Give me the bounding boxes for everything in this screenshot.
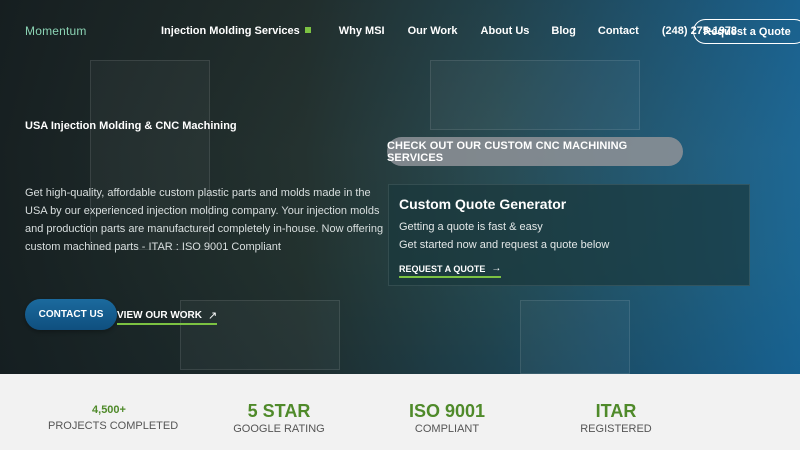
- nav-item-contact[interactable]: Contact: [598, 25, 639, 37]
- request-a-quote-label: REQUEST A QUOTE: [399, 263, 486, 274]
- stat-rating: 5 STAR GOOGLE RATING: [229, 374, 329, 435]
- contact-us-button[interactable]: CONTACT US: [25, 299, 117, 330]
- quote-generator-card: Custom Quote Generator Getting a quote i…: [388, 184, 750, 286]
- view-our-work-link[interactable]: VIEW OUR WORK ↗: [117, 309, 218, 325]
- stat-value: ITAR: [595, 401, 637, 421]
- stat-value: ISO 9001: [408, 401, 486, 421]
- site-logo[interactable]: Momentum: [25, 24, 87, 38]
- arrow-right-icon: →: [491, 263, 502, 274]
- quote-generator-title: Custom Quote Generator: [399, 196, 567, 212]
- nav-item-injection-molding-services[interactable]: Injection Molding Services: [161, 25, 311, 37]
- hero-section: Momentum Injection Molding Services Why …: [0, 0, 800, 374]
- stat-value: 5 STAR: [247, 401, 311, 421]
- hero-eyebrow: USA Injection Molding & CNC Machining: [25, 120, 237, 132]
- stat-itar: ITAR REGISTERED: [566, 374, 666, 435]
- stat-label: PROJECTS COMPLETED: [48, 420, 179, 432]
- stat-label: COMPLIANT: [414, 423, 480, 435]
- background-machinery: [520, 300, 630, 374]
- arrow-up-right-icon: ↗: [208, 310, 218, 322]
- stat-label: REGISTERED: [580, 423, 652, 435]
- quote-generator-text: Getting a quote is fast & easy: [399, 221, 543, 233]
- request-quote-button[interactable]: Request a Quote: [693, 19, 800, 44]
- cnc-machining-button[interactable]: CHECK OUT OUR CUSTOM CNC MACHINING SERVI…: [387, 137, 683, 166]
- nav-item-label: Injection Molding Services: [161, 25, 300, 37]
- stat-value: 4,500+: [92, 404, 126, 416]
- nav-item-about-us[interactable]: About Us: [481, 25, 530, 37]
- stats-strip: 4,500+ PROJECTS COMPLETED 5 STAR GOOGLE …: [0, 374, 800, 450]
- stat-label: GOOGLE RATING: [233, 423, 325, 435]
- main-nav: Injection Molding Services Why MSI Our W…: [161, 24, 737, 38]
- request-a-quote-link[interactable]: REQUEST A QUOTE →: [399, 263, 502, 278]
- nav-item-blog[interactable]: Blog: [551, 25, 575, 37]
- stat-projects: 4,500+ PROJECTS COMPLETED: [48, 374, 179, 432]
- nav-item-why-msi[interactable]: Why MSI: [339, 25, 385, 37]
- background-machinery: [430, 60, 640, 130]
- dropdown-indicator-icon: [304, 27, 311, 34]
- nav-item-our-work[interactable]: Our Work: [408, 25, 458, 37]
- hero-description: Get high-quality, affordable custom plas…: [25, 187, 384, 253]
- quote-generator-text: Get started now and request a quote belo…: [399, 239, 610, 251]
- view-our-work-label: VIEW OUR WORK: [117, 310, 202, 321]
- stat-iso: ISO 9001 COMPLIANT: [397, 374, 497, 435]
